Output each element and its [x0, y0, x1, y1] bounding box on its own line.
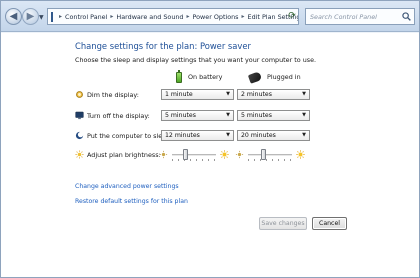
- restore-defaults-link[interactable]: Restore default settings for this plan: [75, 198, 188, 205]
- breadcrumb-hardware-and-sound[interactable]: Hardware and Sound: [116, 13, 183, 21]
- selected-value: 5 minutes: [241, 112, 272, 119]
- dropdown-arrow-icon[interactable]: ▼: [302, 112, 306, 118]
- search-placeholder: Search Control Panel: [310, 13, 377, 21]
- dropdown-arrow-icon[interactable]: ▼: [302, 132, 306, 138]
- page-subtitle: Choose the sleep and display settings th…: [75, 56, 317, 64]
- turn-off-display-on-battery-select[interactable]: 5 minutes ▼: [161, 110, 234, 121]
- breadcrumb-power-options[interactable]: Power Options: [193, 13, 239, 21]
- address-bar: ◀ ▶ ▼ ▸ Control Panel ▸ Hardware and Sou…: [1, 1, 419, 32]
- selected-value: 5 minutes: [165, 112, 196, 119]
- refresh-icon[interactable]: ⟳: [285, 9, 299, 24]
- sleep-on-battery-select[interactable]: 12 minutes ▼: [161, 130, 234, 141]
- sleep-moon-icon: [75, 131, 84, 140]
- brightness-plugged-in-slider[interactable]: [235, 148, 305, 162]
- control-panel-icon: [51, 11, 53, 22]
- setting-row-turn-off-display: Turn off the display: 5 minutes ▼ 5 minu…: [75, 110, 335, 122]
- slider-ticks: [248, 159, 292, 161]
- dropdown-arrow-icon[interactable]: ▼: [226, 91, 230, 97]
- brightness-sun-icon: [75, 150, 84, 159]
- slider-track[interactable]: [248, 154, 292, 156]
- battery-icon: [176, 69, 182, 83]
- selected-value: 12 minutes: [165, 132, 200, 139]
- column-header-plugged-in: Plugged in: [247, 70, 301, 84]
- change-advanced-settings-link[interactable]: Change advanced power settings: [75, 183, 179, 190]
- dim-display-on-battery-select[interactable]: 1 minute ▼: [161, 89, 234, 100]
- bright-sun-icon: [220, 150, 229, 159]
- setting-row-dim-display: Dim the display: 1 minute ▼ 2 minutes ▼: [75, 89, 335, 101]
- cancel-button[interactable]: Cancel: [312, 217, 347, 230]
- sleep-plugged-in-select[interactable]: 20 minutes ▼: [237, 130, 310, 141]
- selected-value: 20 minutes: [241, 132, 276, 139]
- power-plug-icon: [247, 70, 263, 84]
- search-icon[interactable]: [402, 12, 411, 21]
- back-button[interactable]: ◀: [5, 8, 22, 25]
- display-dim-icon: [76, 91, 83, 98]
- slider-ticks: [172, 159, 216, 161]
- dropdown-arrow-icon[interactable]: ▼: [226, 132, 230, 138]
- page-title: Change settings for the plan: Power save…: [75, 41, 251, 51]
- breadcrumb[interactable]: ▸ Control Panel ▸ Hardware and Sound ▸ P…: [47, 8, 299, 25]
- chevron-right-icon[interactable]: ▸: [186, 13, 189, 20]
- slider-thumb[interactable]: [261, 149, 267, 160]
- setting-label: Turn off the display:: [87, 112, 150, 120]
- search-input[interactable]: Search Control Panel: [305, 8, 415, 25]
- forward-button[interactable]: ▶: [22, 8, 39, 25]
- setting-row-brightness: Adjust plan brightness:: [75, 149, 335, 161]
- breadcrumb-control-panel[interactable]: Control Panel: [65, 13, 107, 21]
- brightness-on-battery-slider[interactable]: [159, 148, 229, 162]
- main-content: Change settings for the plan: Power save…: [1, 33, 419, 277]
- chevron-right-icon[interactable]: ▸: [242, 13, 245, 20]
- chevron-right-icon[interactable]: ▸: [59, 13, 62, 20]
- slider-track[interactable]: [172, 154, 216, 156]
- on-battery-label: On battery: [188, 73, 223, 81]
- slider-thumb[interactable]: [183, 149, 189, 160]
- selected-value: 1 minute: [165, 91, 193, 98]
- dim-display-plugged-in-select[interactable]: 2 minutes ▼: [237, 89, 310, 100]
- dropdown-arrow-icon[interactable]: ▼: [302, 91, 306, 97]
- bright-sun-icon: [296, 150, 305, 159]
- setting-label: Adjust plan brightness:: [87, 151, 161, 159]
- setting-row-sleep: Put the computer to sleep: 12 minutes ▼ …: [75, 130, 335, 142]
- dim-sun-icon: [159, 150, 168, 159]
- edit-plan-settings-window: ◀ ▶ ▼ ▸ Control Panel ▸ Hardware and Sou…: [0, 0, 420, 278]
- chevron-right-icon[interactable]: ▸: [110, 13, 113, 20]
- save-changes-button[interactable]: Save changes: [259, 217, 307, 230]
- column-header-on-battery: On battery: [176, 69, 223, 84]
- display-off-icon: [75, 111, 84, 120]
- dim-sun-icon: [235, 150, 244, 159]
- selected-value: 2 minutes: [241, 91, 272, 98]
- setting-label: Put the computer to sleep:: [87, 132, 173, 140]
- turn-off-display-plugged-in-select[interactable]: 5 minutes ▼: [237, 110, 310, 121]
- plugged-in-label: Plugged in: [267, 73, 301, 81]
- setting-label: Dim the display:: [87, 91, 139, 99]
- dropdown-arrow-icon[interactable]: ▼: [226, 112, 230, 118]
- recent-pages-dropdown-icon[interactable]: ▼: [39, 14, 44, 21]
